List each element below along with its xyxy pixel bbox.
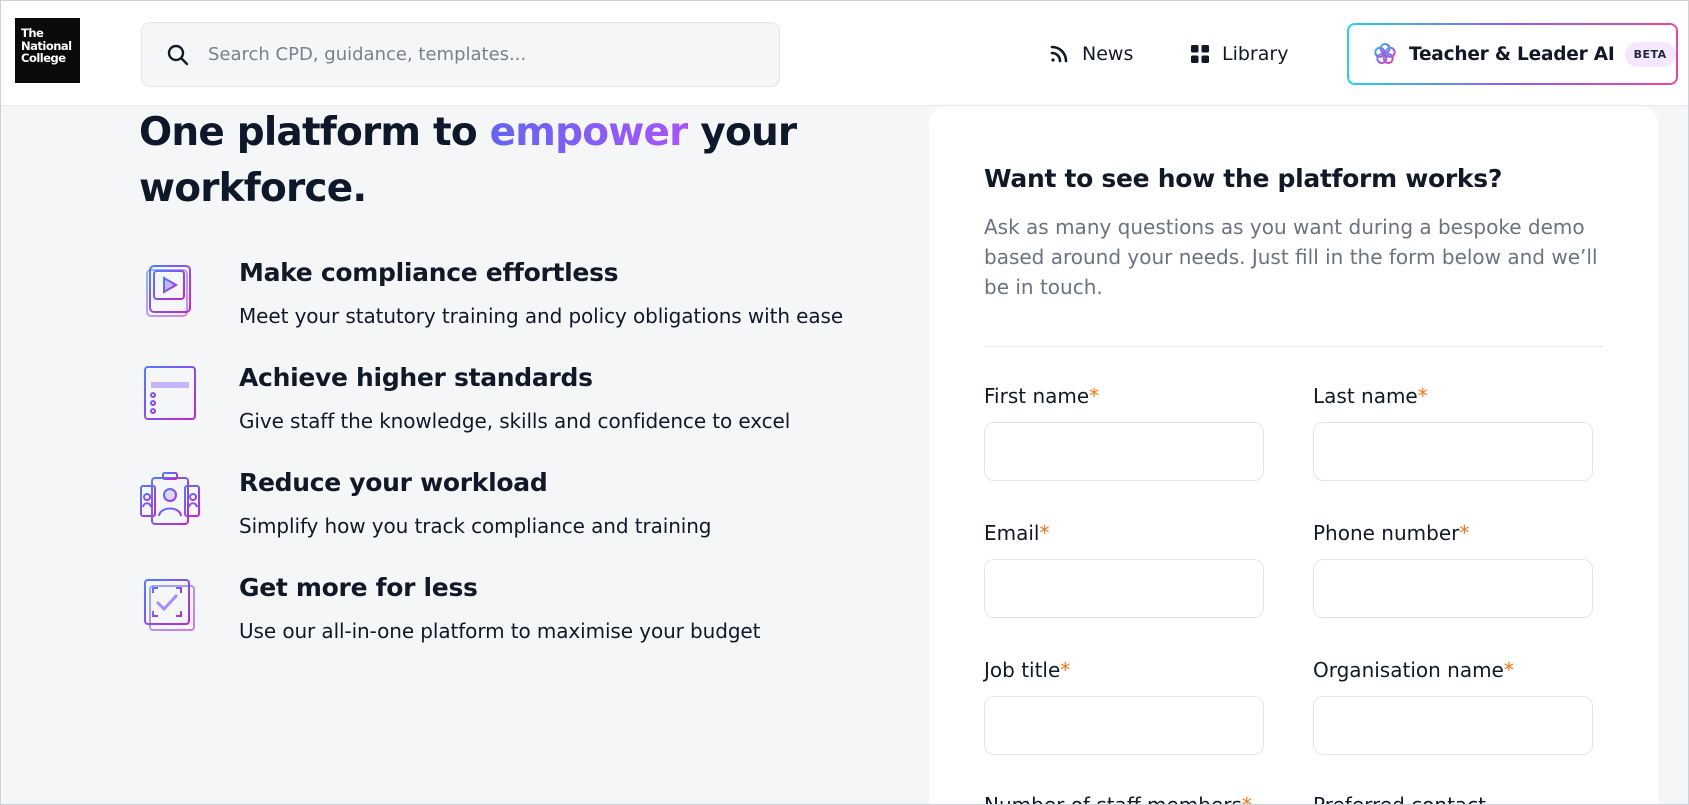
organisation-field[interactable] — [1313, 696, 1593, 755]
checkbox-stack-icon — [144, 579, 195, 631]
logo-line-1: The — [21, 26, 44, 40]
ai-button-label: Teacher & Leader AI — [1409, 43, 1615, 65]
teacher-leader-ai-button[interactable]: Teacher & Leader AI BETA — [1347, 23, 1678, 85]
browser-list-icon — [144, 366, 196, 420]
email-field[interactable] — [984, 559, 1264, 618]
form-heading: Want to see how the platform works? — [984, 164, 1503, 193]
nav-library-label: Library — [1222, 43, 1289, 65]
feature-description: Use our all-in-one platform to maximise … — [239, 619, 761, 643]
last-name-field[interactable] — [1313, 422, 1593, 481]
logo-line-3: College — [21, 51, 66, 65]
last-name-label: Last name* — [1313, 384, 1428, 408]
feature-title: Get more for less — [239, 573, 478, 602]
feature-title: Achieve higher standards — [239, 363, 593, 392]
feature-description: Meet your statutory training and policy … — [239, 304, 844, 328]
nav-news-link[interactable]: News — [1049, 36, 1133, 72]
search-input[interactable] — [208, 44, 728, 65]
job-title-label: Job title* — [984, 658, 1071, 682]
grid-icon — [1191, 45, 1209, 63]
feature-title: Reduce your workload — [239, 468, 548, 497]
demo-form-card: Want to see how the platform works? Ask … — [929, 106, 1658, 805]
national-college-logo[interactable]: The National College — [15, 18, 80, 83]
hero-title-start: One platform to — [139, 110, 490, 155]
search-bar[interactable] — [141, 22, 780, 87]
phone-label: Phone number* — [1313, 521, 1470, 545]
staff-id-cards-icon — [140, 472, 200, 525]
ai-flower-icon — [1374, 43, 1396, 64]
nav-news-label: News — [1082, 43, 1134, 65]
beta-badge: BETA — [1624, 41, 1676, 67]
organisation-label: Organisation name* — [1313, 658, 1514, 682]
hero-title: One platform to empower your workforce. — [139, 105, 859, 217]
nav-library-link[interactable]: Library — [1191, 36, 1288, 72]
feature-description: Simplify how you track compliance and tr… — [239, 514, 712, 538]
preferred-contact-label: Preferred contact — [1313, 793, 1486, 805]
site-header: The National College News — [0, 0, 1689, 106]
email-label: Email* — [984, 521, 1050, 545]
form-intro: Ask as many questions as you want during… — [984, 215, 1598, 299]
form-divider — [984, 346, 1603, 347]
first-name-field[interactable] — [984, 422, 1264, 481]
feature-title: Make compliance effortless — [239, 258, 619, 287]
rss-icon — [1049, 44, 1069, 64]
staff-count-label: Number of staff members* — [984, 793, 1252, 805]
first-name-label: First name* — [984, 384, 1100, 408]
search-icon — [167, 44, 189, 65]
phone-field[interactable] — [1313, 559, 1593, 618]
job-title-field[interactable] — [984, 696, 1264, 755]
ai-button-inner: Teacher & Leader AI BETA — [1349, 25, 1676, 83]
hero-title-accent: empower — [489, 110, 689, 155]
video-player-icon — [146, 265, 191, 317]
feature-description: Give staff the knowledge, skills and con… — [239, 409, 791, 433]
